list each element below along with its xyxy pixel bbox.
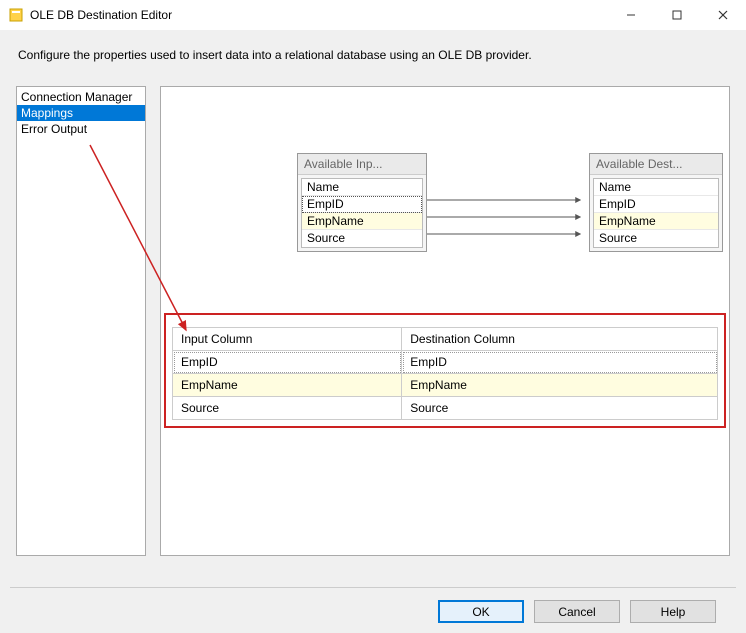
mapping-grid-highlight: Input Column Destination Column EmpID Em… (164, 313, 726, 428)
dest-col-empid[interactable]: EmpID (594, 196, 718, 213)
dest-col-source[interactable]: Source (594, 230, 718, 247)
input-box-header: Available Inp... (298, 154, 426, 175)
grid-cell-input[interactable]: Source (173, 397, 402, 420)
grid-cell-input[interactable]: EmpID (173, 351, 402, 374)
grid-cell-dest[interactable]: Source (402, 397, 718, 420)
grid-cell-dest[interactable]: EmpID (402, 351, 718, 374)
available-destination-columns-box[interactable]: Available Dest... Name EmpID EmpName Sou… (589, 153, 723, 252)
mapping-canvas: Available Inp... Name EmpID EmpName Sour… (161, 87, 729, 307)
dialog-footer: OK Cancel Help (10, 587, 736, 623)
input-col-empname[interactable]: EmpName (302, 213, 422, 230)
sidebar-item-mappings[interactable]: Mappings (17, 105, 145, 121)
close-button[interactable] (700, 0, 746, 30)
grid-cell-input[interactable]: EmpName (173, 374, 402, 397)
grid-row[interactable]: Source Source (173, 397, 718, 420)
sidebar-item-error-output[interactable]: Error Output (17, 121, 145, 137)
grid-row[interactable]: EmpID EmpID (173, 351, 718, 374)
window-title: OLE DB Destination Editor (30, 8, 172, 22)
ok-button[interactable]: OK (438, 600, 524, 623)
minimize-button[interactable] (608, 0, 654, 30)
title-bar: OLE DB Destination Editor (0, 0, 746, 30)
help-button[interactable]: Help (630, 600, 716, 623)
grid-header-dest[interactable]: Destination Column (402, 328, 718, 351)
mapping-grid[interactable]: Input Column Destination Column EmpID Em… (172, 327, 718, 420)
cancel-button[interactable]: Cancel (534, 600, 620, 623)
available-input-columns-box[interactable]: Available Inp... Name EmpID EmpName Sour… (297, 153, 427, 252)
dest-box-header: Available Dest... (590, 154, 722, 175)
dest-col-name[interactable]: Name (594, 179, 718, 196)
maximize-button[interactable] (654, 0, 700, 30)
input-col-name[interactable]: Name (302, 179, 422, 196)
grid-cell-dest[interactable]: EmpName (402, 374, 718, 397)
input-col-empid[interactable]: EmpID (302, 196, 422, 213)
content-panel: Available Inp... Name EmpID EmpName Sour… (160, 86, 730, 556)
sidebar-nav: Connection Manager Mappings Error Output (16, 86, 146, 556)
dest-col-empname[interactable]: EmpName (594, 213, 718, 230)
grid-header-input[interactable]: Input Column (173, 328, 402, 351)
sidebar-item-connection-manager[interactable]: Connection Manager (17, 89, 145, 105)
description-text: Configure the properties used to insert … (0, 30, 746, 76)
input-col-source[interactable]: Source (302, 230, 422, 247)
grid-row[interactable]: EmpName EmpName (173, 374, 718, 397)
app-icon (8, 7, 24, 23)
